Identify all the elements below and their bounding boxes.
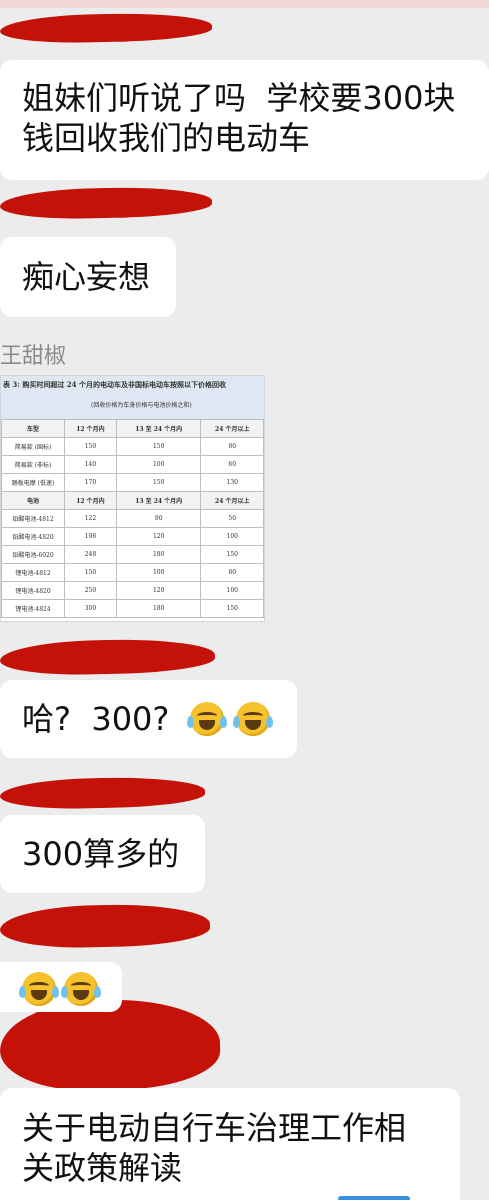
redacted-name-3 [0,637,216,677]
table-cell: 180 [115,599,202,618]
table-cell: 150 [200,545,264,564]
redacted-name-5 [0,902,211,950]
redacted-name-2 [0,185,213,221]
table-cell: 100 [200,581,264,600]
table-cell: 150 [64,563,117,582]
message-text: 痴心妄想 [22,258,151,296]
table-cell: 250 [64,581,117,600]
message-text: 哈? 300? [22,700,170,738]
table-row: 简易款 (国标) 150 150 80 [1,437,264,456]
status-strip [0,0,489,8]
message-text: 300算多的 [22,835,180,873]
message-bubble[interactable]: 关于电动自行车治理工作相 关政策解读 [0,1088,460,1200]
table-cell: 12 个月内 [64,419,117,438]
sender-name: 王甜椒 [0,344,67,369]
table-cell: 13 至 24 个月内 [115,491,202,510]
message-text: 姐妹们听说了吗 学校要300块 钱回收我们的电动车 [22,79,456,157]
table-cell: 120 [115,581,202,600]
table-cell: 300 [64,599,117,618]
table-caption-area: 表 3: 购买时间超过 24 个月的电动车及非国标电动车按照以下价格回收 (回收… [1,376,264,419]
table-cell: 100 [115,563,202,582]
message-bubble[interactable]: 哈? 300? [0,680,297,758]
price-table: 车型 12 个月内 13 至 24 个月内 24 个月以上 简易款 (国标) 150 150… [1,419,264,618]
table-cell: 150 [64,437,117,456]
table-cell: 24 个月以上 [200,491,264,510]
table-cell: 铅酸电池-6020 [1,545,65,564]
table-cell: 锂电池-4824 [1,599,65,618]
table-cell: 铅酸电池-4820 [1,527,65,546]
table-cell: 80 [200,563,264,582]
table-cell: 198 [64,527,117,546]
table-cell: 150 [115,437,202,456]
table-cell: 130 [200,473,264,492]
table-cell: 车型 [1,419,65,438]
table-cell: 80 [115,509,202,528]
table-cell: 简易款 (国标) [1,437,65,456]
table-cell: 锂电池-4820 [1,581,65,600]
table-cell: 120 [115,527,202,546]
message-bubble[interactable]: 姐妹们听说了吗 学校要300块 钱回收我们的电动车 [0,60,489,180]
table-row: 踏板电摩 (低速) 170 150 130 [1,473,264,492]
table-row: 锂电池-4812 150 100 80 [1,563,264,582]
table-row: 简易款 (非标) 140 100 60 [1,455,264,474]
message-bubble[interactable] [0,962,122,1012]
table-cell: 180 [115,545,202,564]
table-cell: 100 [200,527,264,546]
table-row: 锂电池-4820 250 120 100 [1,581,264,600]
message-bubble[interactable]: 300算多的 [0,815,205,893]
message-text: 关于电动自行车治理工作相 关政策解读 [22,1109,407,1187]
table-cell: 122 [64,509,117,528]
table-row: 铅酸电池-4812 122 80 50 [1,509,264,528]
table-cell: 13 至 24 个月内 [115,419,202,438]
laugh-cry-emoji-icon [19,972,59,1006]
table-cell: 150 [200,599,264,618]
table-cell: 24 个月以上 [200,419,264,438]
laugh-cry-emoji-icon [187,702,227,736]
table-caption: 表 3: 购买时间超过 24 个月的电动车及非国标电动车按照以下价格回收 [3,380,226,389]
table-cell: 170 [64,473,117,492]
price-table-image[interactable]: 表 3: 购买时间超过 24 个月的电动车及非国标电动车按照以下价格回收 (回收… [0,375,265,622]
laugh-cry-emoji-icon [233,702,273,736]
table-note: (回收价格为车身价格与电池价格之和) [91,402,192,409]
partial-blue-element [338,1196,410,1200]
redacted-name-4 [0,775,206,811]
table-cell: 简易款 (非标) [1,455,65,474]
table-cell: 电池 [1,491,65,510]
table-cell: 248 [64,545,117,564]
table-cell: 锂电池-4812 [1,563,65,582]
message-bubble[interactable]: 痴心妄想 [0,237,176,317]
table-cell: 80 [200,437,264,456]
table-row: 铅酸电池-4820 198 120 100 [1,527,264,546]
table-cell: 100 [115,455,202,474]
table-cell: 60 [200,455,264,474]
table-header-row: 车型 12 个月内 13 至 24 个月内 24 个月以上 [1,419,264,438]
table-cell: 50 [200,509,264,528]
table-row: 锂电池-4824 300 180 150 [1,599,264,618]
table-cell: 踏板电摩 (低速) [1,473,65,492]
table-row: 铅酸电池-6020 248 180 150 [1,545,264,564]
table-cell: 12 个月内 [64,491,117,510]
laugh-cry-emoji-icon [61,972,101,1006]
table-cell: 铅酸电池-4812 [1,509,65,528]
table-cell: 140 [64,455,117,474]
table-cell: 150 [115,473,202,492]
redacted-name-1 [0,11,213,45]
table-header-row: 电池 12 个月内 13 至 24 个月内 24 个月以上 [1,491,264,510]
